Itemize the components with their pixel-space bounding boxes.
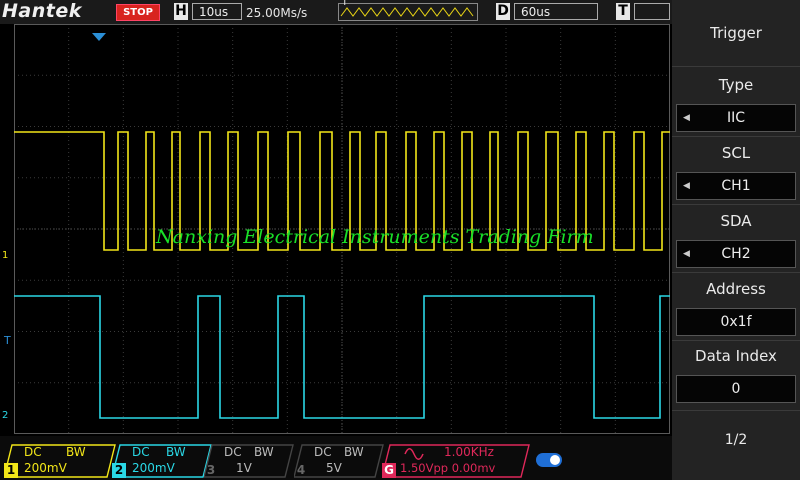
status-bar: Hantek STOP H 10us 25.00Ms/s T D 60us T <box>0 0 672 24</box>
ch2-settings[interactable]: 2 DC BW 200mV <box>112 444 212 478</box>
ch1-ground-marker[interactable]: 1 <box>2 250 8 261</box>
toggle-knob-icon <box>550 455 560 465</box>
trigger-position-marker: T <box>342 0 348 8</box>
watermark-text: Nanxing Electrical Instruments Trading F… <box>156 226 594 248</box>
channel-bar: 1 DC BW 200mV 2 DC BW 200mV 3 DC BW 1V 4… <box>0 436 672 480</box>
data-index-label: Data Index <box>695 347 777 365</box>
sda-label: SDA <box>720 212 752 230</box>
address-label: Address <box>706 280 766 298</box>
usb-connection-toggle[interactable] <box>536 453 562 467</box>
waveform-display[interactable]: Nanxing Electrical Instruments Trading F… <box>14 24 670 434</box>
type-select[interactable]: ◀ IIC <box>676 104 796 132</box>
trigger-key[interactable]: T <box>616 3 630 20</box>
run-stop-button[interactable]: STOP <box>116 4 160 21</box>
trigger-pointer-icon <box>92 33 106 41</box>
generator-settings[interactable]: G 1.00KHz 1.50Vpp 0.00mv <box>382 444 530 478</box>
ch2-ground-marker[interactable]: 2 <box>2 410 8 421</box>
address-input[interactable]: 0x1f <box>676 308 796 336</box>
menu-title: Trigger <box>710 24 762 42</box>
ch3-settings[interactable]: 3 DC BW 1V <box>204 444 294 478</box>
menu-page-indicator[interactable]: 1/2 <box>672 432 800 448</box>
left-arrow-icon: ◀ <box>683 113 690 123</box>
timebase-value[interactable]: 10us <box>192 3 242 20</box>
sda-select[interactable]: ◀ CH2 <box>676 240 796 268</box>
timebase-key[interactable]: H <box>174 3 188 20</box>
generator-key: G <box>382 463 396 478</box>
left-arrow-icon: ◀ <box>683 181 690 191</box>
type-label: Type <box>718 76 754 94</box>
sample-rate: 25.00Ms/s <box>246 6 308 20</box>
ch4-number: 4 <box>296 463 306 477</box>
trigger-value-box[interactable] <box>634 3 670 20</box>
data-index-input[interactable]: 0 <box>676 375 796 403</box>
trigger-level-marker[interactable]: T <box>4 334 11 347</box>
left-arrow-icon: ◀ <box>683 249 690 259</box>
sine-wave-icon <box>404 448 424 460</box>
ch2-number: 2 <box>112 463 126 478</box>
delay-key[interactable]: D <box>496 3 510 20</box>
brand-logo: Hantek <box>2 0 82 22</box>
scl-label: SCL <box>721 144 751 162</box>
ch1-settings[interactable]: 1 DC BW 200mV <box>4 444 116 478</box>
delay-value[interactable]: 60us <box>514 3 598 20</box>
memory-position-bar[interactable] <box>338 3 478 21</box>
ch1-number: 1 <box>4 463 18 478</box>
scl-select[interactable]: ◀ CH1 <box>676 172 796 200</box>
ch2-trace <box>14 295 670 419</box>
memory-waveform-icon <box>340 7 474 17</box>
ch3-number: 3 <box>206 463 216 477</box>
trigger-menu: Trigger Type ◀ IIC SCL ◀ CH1 SDA ◀ CH2 A… <box>672 0 800 480</box>
ch4-settings[interactable]: 4 DC BW 5V <box>294 444 384 478</box>
